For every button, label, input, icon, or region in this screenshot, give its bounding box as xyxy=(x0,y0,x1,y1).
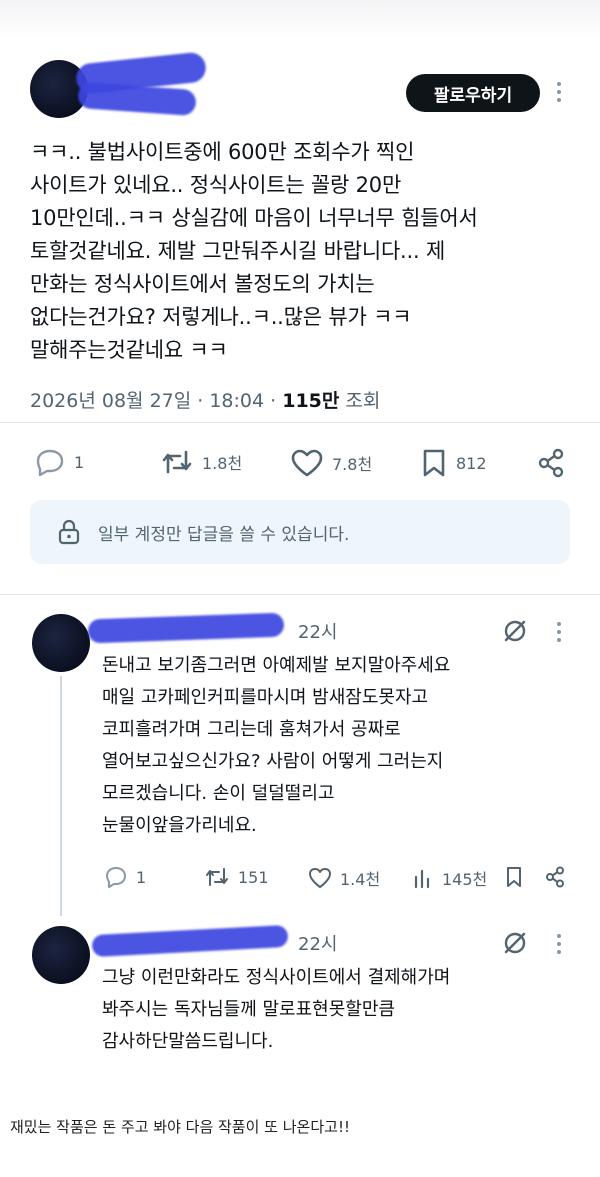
reply-avatar[interactable] xyxy=(32,926,90,984)
repost-icon xyxy=(162,450,192,474)
reply-text: 그냥 이런만화라도 정식사이트에서 결제해가며 봐주시는 독자님들께 말로표현못… xyxy=(102,967,451,1052)
reply-restriction-banner: 일부 계정만 답글을 쓸 수 있습니다. xyxy=(30,500,570,564)
repost-count: 151 xyxy=(238,867,269,887)
reply-action[interactable]: 1 xyxy=(104,866,146,888)
like-action[interactable]: 7.8천 xyxy=(290,448,372,478)
grok-icon[interactable] xyxy=(502,618,528,644)
reply-time: 22시 xyxy=(298,622,338,643)
like-count: 7.8천 xyxy=(332,455,373,474)
view-count: 115만 xyxy=(282,390,340,412)
redacted-author-handle xyxy=(77,81,197,117)
share-icon xyxy=(538,448,564,478)
redacted-reply-author xyxy=(91,924,289,958)
heart-icon xyxy=(309,868,331,888)
reply-avatar[interactable] xyxy=(32,614,90,672)
divider xyxy=(0,594,600,595)
bookmark-icon xyxy=(423,449,445,477)
repost-action[interactable]: 1.8천 xyxy=(160,448,242,476)
more-options-icon[interactable] xyxy=(556,82,562,106)
top-shadow xyxy=(0,0,600,40)
reply-action[interactable]: 1 xyxy=(34,448,84,476)
post-actions: 1 1.8천 7.8천 812 xyxy=(0,442,600,482)
reply-time: 22시 xyxy=(298,934,338,955)
caption-text: 재밌는 작품은 돈 주고 봐야 다음 작품이 또 나온다고!! xyxy=(10,1118,350,1136)
follow-button[interactable]: 팔로우하기 xyxy=(406,74,540,112)
post-timestamp: 2026년 08월 27일 · 18:04 · xyxy=(30,390,283,412)
divider xyxy=(0,422,600,423)
views-icon xyxy=(414,869,430,889)
repost-icon xyxy=(206,868,228,886)
grok-icon[interactable] xyxy=(502,930,528,956)
reply-count: 1 xyxy=(136,867,147,887)
like-count: 1.4천 xyxy=(340,870,381,889)
repost-action[interactable]: 151 xyxy=(204,866,269,888)
view-label: 조회 xyxy=(339,390,381,412)
views-count: 145천 xyxy=(442,870,488,889)
post-meta: 2026년 08월 27일 · 18:04 · 115만 조회 xyxy=(30,386,380,413)
reply-restriction-text: 일부 계정만 답글을 쓸 수 있습니다. xyxy=(98,524,350,545)
reply-actions: 1 151 1.4천 145천 xyxy=(100,866,580,890)
views-action[interactable]: 145천 xyxy=(412,866,487,890)
repost-count: 1.8천 xyxy=(202,454,243,473)
thread-line xyxy=(60,676,62,916)
lock-icon xyxy=(58,519,80,545)
heart-icon xyxy=(291,449,323,477)
more-options-icon[interactable] xyxy=(556,622,562,646)
bookmark-action[interactable]: 812 xyxy=(420,448,487,478)
reply-icon xyxy=(36,449,64,476)
redacted-reply-author xyxy=(87,612,285,644)
bookmark-icon[interactable] xyxy=(504,866,524,888)
bookmark-count: 812 xyxy=(456,453,487,473)
more-options-icon[interactable] xyxy=(556,934,562,958)
reply-count: 1 xyxy=(74,452,85,472)
post-text: ㅋㅋ.. 불법사이트중에 600만 조회수가 찍인 사이트가 있네요.. 정식사… xyxy=(30,140,478,362)
share-icon[interactable] xyxy=(544,866,566,888)
like-action[interactable]: 1.4천 xyxy=(308,866,380,890)
share-action[interactable] xyxy=(536,448,574,478)
reply-icon xyxy=(106,867,126,888)
reply-text: 돈내고 보기좀그러면 아예제발 보지말아주세요 매일 고카페인커피를마시며 밤새… xyxy=(102,655,451,836)
